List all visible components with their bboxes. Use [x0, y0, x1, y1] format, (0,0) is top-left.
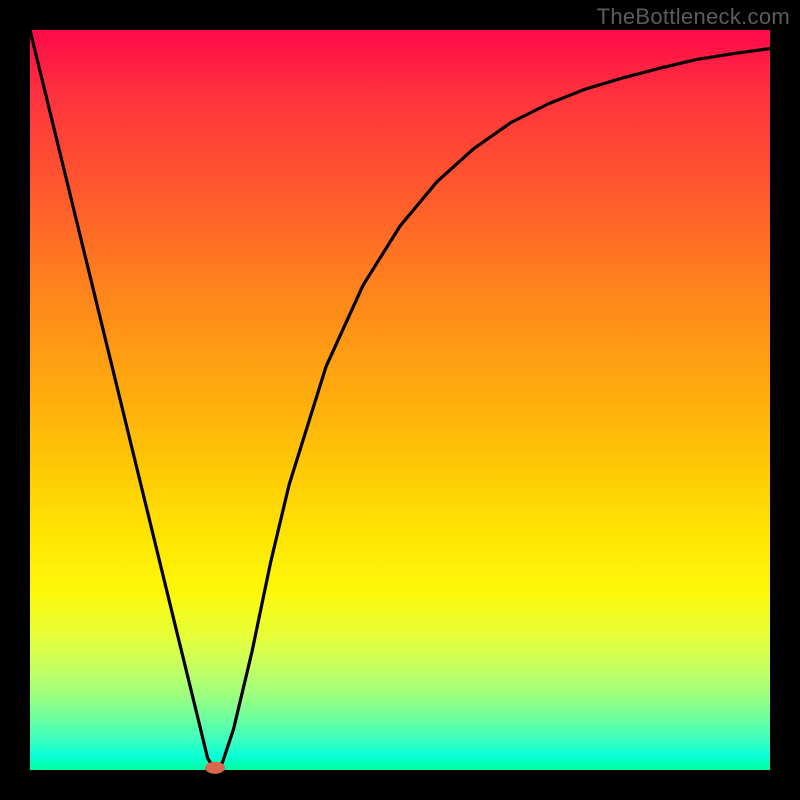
curve-layer — [30, 30, 770, 770]
bottleneck-curve — [30, 30, 770, 770]
minimum-marker — [205, 762, 225, 774]
chart-frame: TheBottleneck.com — [0, 0, 800, 800]
watermark-text: TheBottleneck.com — [597, 4, 790, 30]
plot-area — [30, 30, 770, 770]
